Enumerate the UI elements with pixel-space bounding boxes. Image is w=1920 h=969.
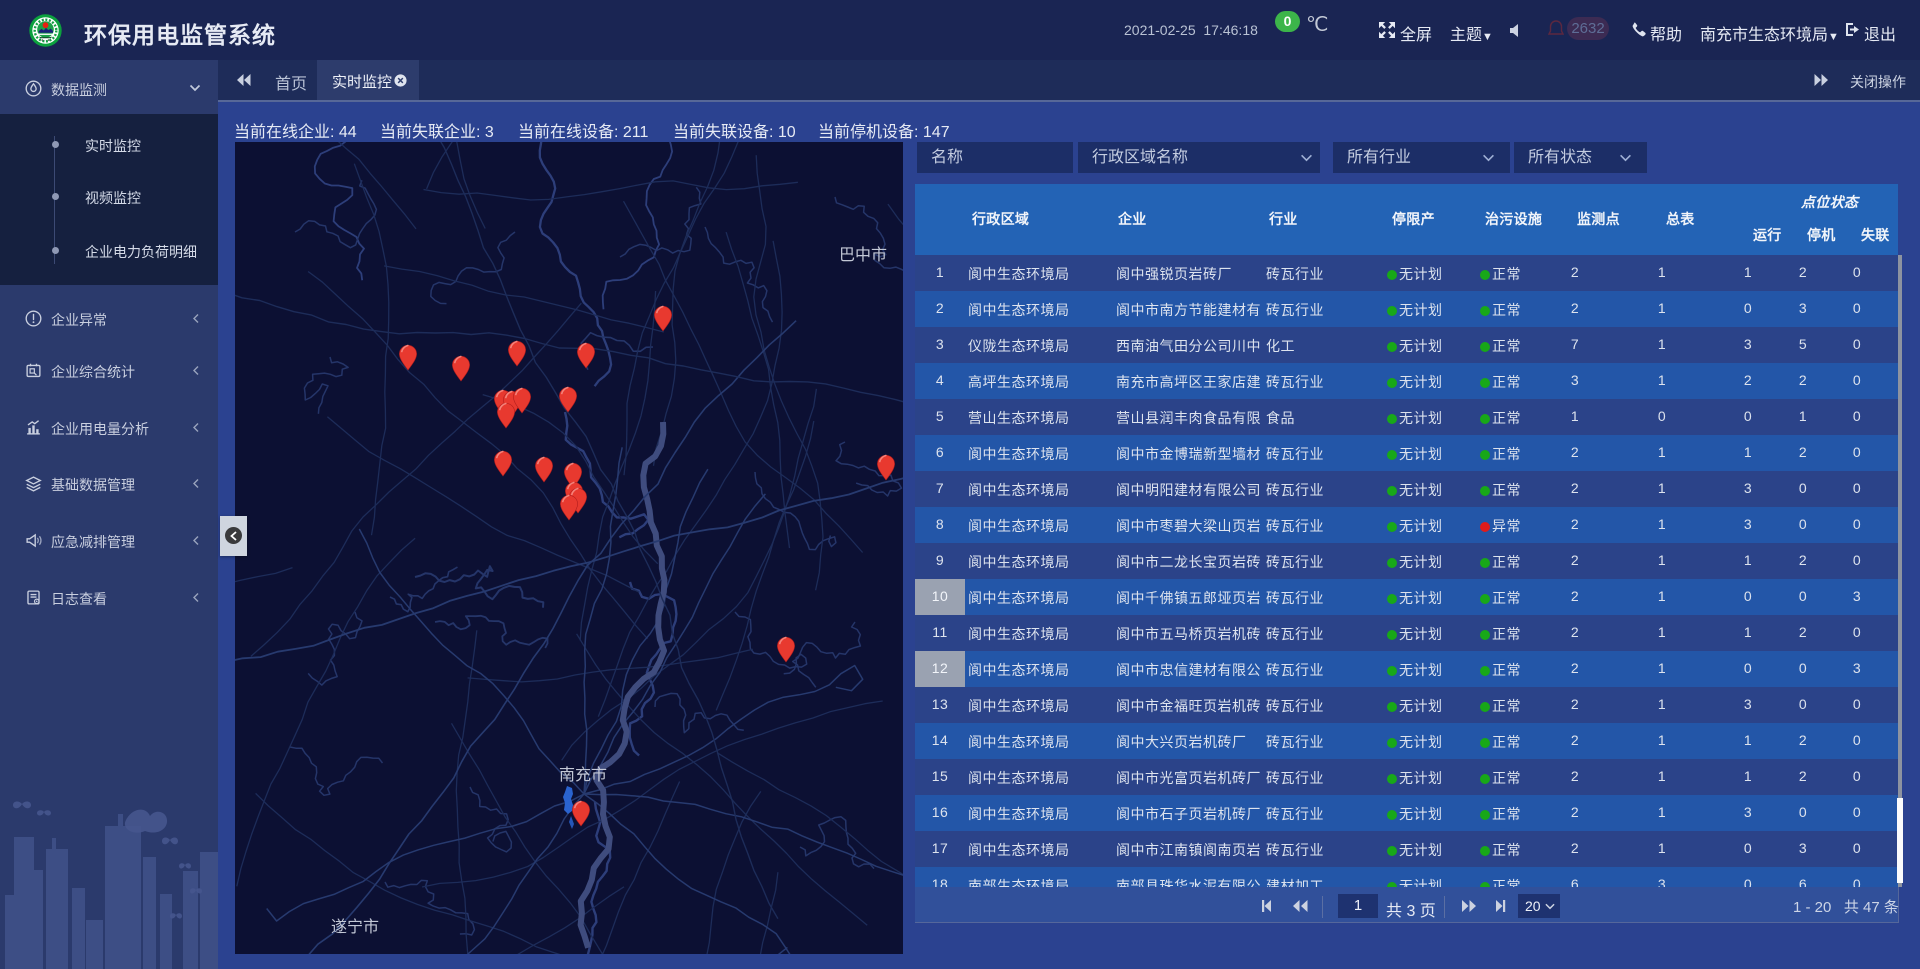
svg-text:巴中市: 巴中市 <box>839 246 887 264</box>
svg-text:遂宁市: 遂宁市 <box>331 918 379 936</box>
svg-text:南充市: 南充市 <box>559 766 607 784</box>
